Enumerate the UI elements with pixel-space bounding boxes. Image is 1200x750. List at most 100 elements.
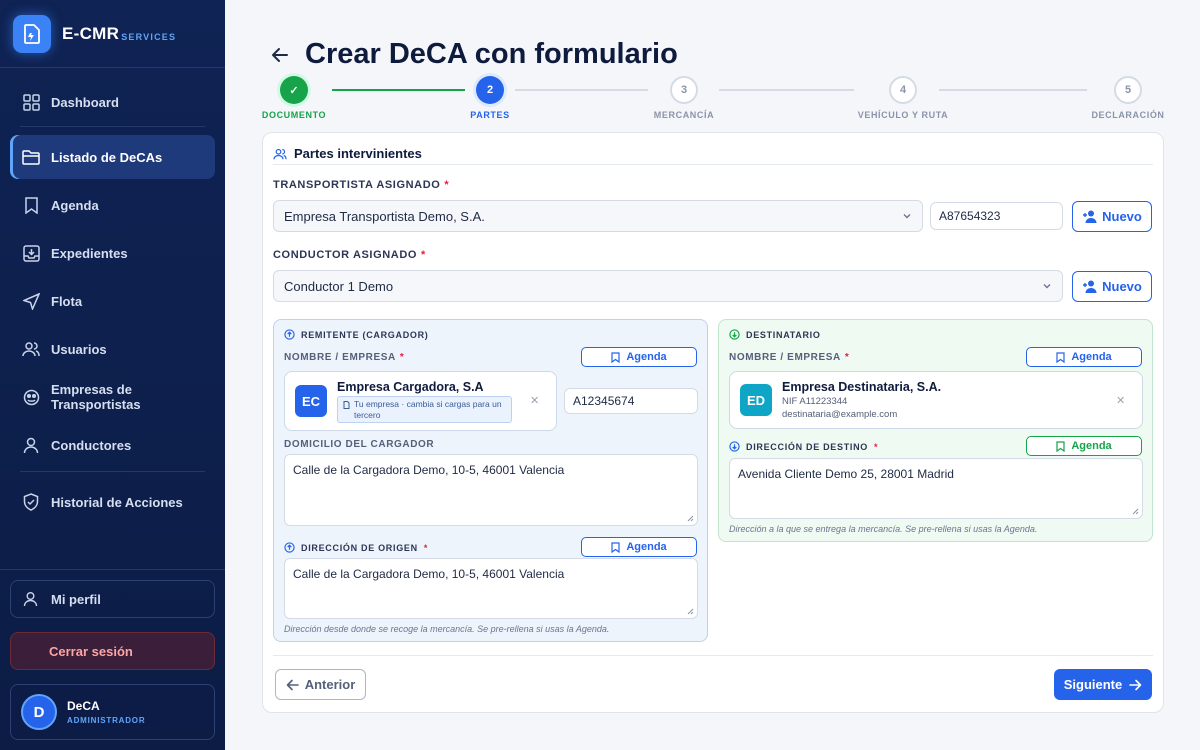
resize-grip-icon[interactable] [687, 608, 694, 615]
users-icon [22, 340, 40, 358]
user-role: ADMINISTRADOR [67, 716, 146, 725]
nav-item-dashboard[interactable]: Dashboard [10, 78, 215, 126]
step-circle: 4 [889, 76, 917, 104]
nav-item-historial[interactable]: Historial de Acciones [10, 480, 215, 524]
users-icon [273, 148, 287, 159]
profile-button[interactable]: Mi perfil [10, 580, 215, 618]
user-name: DeCA [67, 699, 100, 713]
step-connector [719, 89, 854, 91]
nav-divider [20, 471, 205, 472]
remitente-agenda-button[interactable]: Agenda [581, 347, 697, 367]
arrow-up-circle-icon [284, 542, 295, 553]
nav-item-conductores[interactable]: Conductores [10, 421, 215, 469]
destinatario-title: DESTINATARIO [729, 329, 821, 340]
remitente-name-label-text: NOMBRE / EMPRESA [284, 352, 396, 363]
stepper: ✓ DOCUMENTO 2 PARTES 3 MERCANCÍA 4 VEHÍC… [262, 76, 1164, 126]
nav-item-agenda[interactable]: Agenda [10, 181, 215, 229]
destinatario-company-card[interactable]: ED Empresa Destinataria, S.A. NIF A11223… [729, 371, 1143, 429]
next-label: Siguiente [1063, 677, 1123, 692]
nav-item-expedientes[interactable]: Expedientes [10, 229, 215, 277]
nav-item-empresas[interactable]: Empresas de Transportistas [10, 373, 215, 421]
transportista-label-text: TRANSPORTISTA ASIGNADO [273, 179, 441, 191]
bookmark-icon [1056, 351, 1065, 363]
sidebar: E-CMR SERVICES Dashboard Listado de DeCA… [0, 0, 225, 750]
arrow-down-circle-icon [729, 441, 740, 452]
step-connector [939, 89, 1087, 91]
destinatario-agenda-button[interactable]: Agenda [1026, 347, 1142, 367]
bookmark-icon [1056, 440, 1065, 452]
shield-icon [22, 493, 40, 511]
remitente-nif-input[interactable]: A12345674 [564, 388, 698, 414]
clear-icon[interactable]: ✕ [530, 394, 539, 407]
user-card[interactable]: D DeCA ADMINISTRADOR [10, 684, 215, 740]
arrow-right-icon [1129, 679, 1142, 690]
sidebar-bottom: Mi perfil Cerrar sesión D DeCA ADMINISTR… [0, 569, 225, 750]
destino-agenda-button[interactable]: Agenda [1026, 436, 1142, 456]
domicilio-textarea[interactable]: Calle de la Cargadora Demo, 10-5, 46001 … [284, 454, 698, 526]
nav-item-usuarios[interactable]: Usuarios [10, 325, 215, 373]
transportista-value: Empresa Transportista Demo, S.A. [284, 208, 485, 224]
conductor-label: CONDUCTOR ASIGNADO * [273, 249, 426, 261]
nav-item-label: Historial de Acciones [51, 494, 183, 510]
arrow-up-circle-icon [284, 329, 295, 340]
step-vehiculo-ruta[interactable]: 4 VEHÍCULO Y RUTA [853, 76, 953, 120]
clear-icon[interactable]: ✕ [1116, 394, 1125, 407]
step-declaracion[interactable]: 5 DECLARACIÓN [1078, 76, 1178, 120]
navigation-icon [22, 292, 40, 310]
destino-label: DIRECCIÓN DE DESTINO * [729, 441, 878, 452]
step-label: DECLARACIÓN [1091, 110, 1165, 120]
origen-textarea[interactable]: Calle de la Cargadora Demo, 10-5, 46001 … [284, 558, 698, 619]
resize-grip-icon[interactable] [1132, 508, 1139, 515]
profile-label: Mi perfil [51, 591, 101, 607]
step-mercancia[interactable]: 3 MERCANCÍA [634, 76, 734, 120]
transportista-nif-input[interactable]: A87654323 [930, 202, 1063, 230]
required-mark: * [423, 542, 429, 553]
transportista-label: TRANSPORTISTA ASIGNADO * [273, 179, 449, 191]
origen-value: Calle de la Cargadora Demo, 10-5, 46001 … [293, 567, 565, 581]
new-conductor-button[interactable]: Nuevo [1072, 271, 1152, 302]
required-mark: * [874, 441, 879, 452]
origen-agenda-button[interactable]: Agenda [581, 537, 697, 557]
user-icon [22, 436, 40, 454]
logout-button[interactable]: Cerrar sesión [10, 632, 215, 670]
required-mark: * [399, 352, 405, 363]
step-label: MERCANCÍA [653, 110, 715, 120]
conductor-select[interactable]: Conductor 1 Demo [273, 270, 1063, 302]
destino-value: Avenida Cliente Demo 25, 28001 Madrid [738, 467, 954, 481]
folder-icon [22, 148, 40, 166]
remitente-company-card[interactable]: EC Empresa Cargadora, S.A Tu empresa · c… [284, 371, 557, 431]
step-documento[interactable]: ✓ DOCUMENTO [244, 76, 344, 120]
company-icon [22, 388, 40, 406]
add-user-icon [1083, 280, 1097, 293]
brand-sub: SERVICES [121, 31, 177, 42]
required-mark: * [444, 179, 450, 191]
brand-logo-icon [13, 14, 51, 53]
logout-label: Cerrar sesión [49, 643, 133, 659]
chevron-down-icon [1043, 284, 1051, 289]
company-name: Empresa Cargadora, S.A [337, 380, 484, 394]
previous-label: Anterior [304, 677, 356, 692]
destino-label-text: DIRECCIÓN DE DESTINO [746, 441, 869, 452]
required-mark: * [421, 249, 426, 261]
new-transportista-button[interactable]: Nuevo [1072, 201, 1152, 232]
main-nav: Dashboard Listado de DeCAs Agenda Expedi… [10, 78, 215, 524]
agenda-label: Agenda [1071, 440, 1112, 452]
step-partes[interactable]: 2 PARTES [440, 76, 540, 120]
brand[interactable]: E-CMR SERVICES [0, 0, 225, 68]
required-mark: * [844, 352, 850, 363]
nav-item-listado-decas[interactable]: Listado de DeCAs [10, 135, 215, 179]
remitente-title-text: REMITENTE (CARGADOR) [301, 329, 429, 340]
nav-item-flota[interactable]: Flota [10, 277, 215, 325]
new-label: Nuevo [1102, 209, 1142, 224]
step-circle: 5 [1114, 76, 1142, 104]
remitente-title: REMITENTE (CARGADOR) [284, 329, 429, 340]
nav-item-label: Conductores [51, 437, 132, 453]
destinatario-title-text: DESTINATARIO [746, 329, 821, 340]
destino-textarea[interactable]: Avenida Cliente Demo 25, 28001 Madrid [729, 458, 1143, 519]
back-arrow-icon[interactable] [271, 46, 291, 66]
previous-button[interactable]: Anterior [275, 669, 366, 700]
resize-grip-icon[interactable] [687, 515, 694, 522]
partes-card: Partes intervinientes TRANSPORTISTA ASIG… [262, 132, 1164, 713]
transportista-select[interactable]: Empresa Transportista Demo, S.A. [273, 200, 923, 232]
next-button[interactable]: Siguiente [1054, 669, 1152, 700]
